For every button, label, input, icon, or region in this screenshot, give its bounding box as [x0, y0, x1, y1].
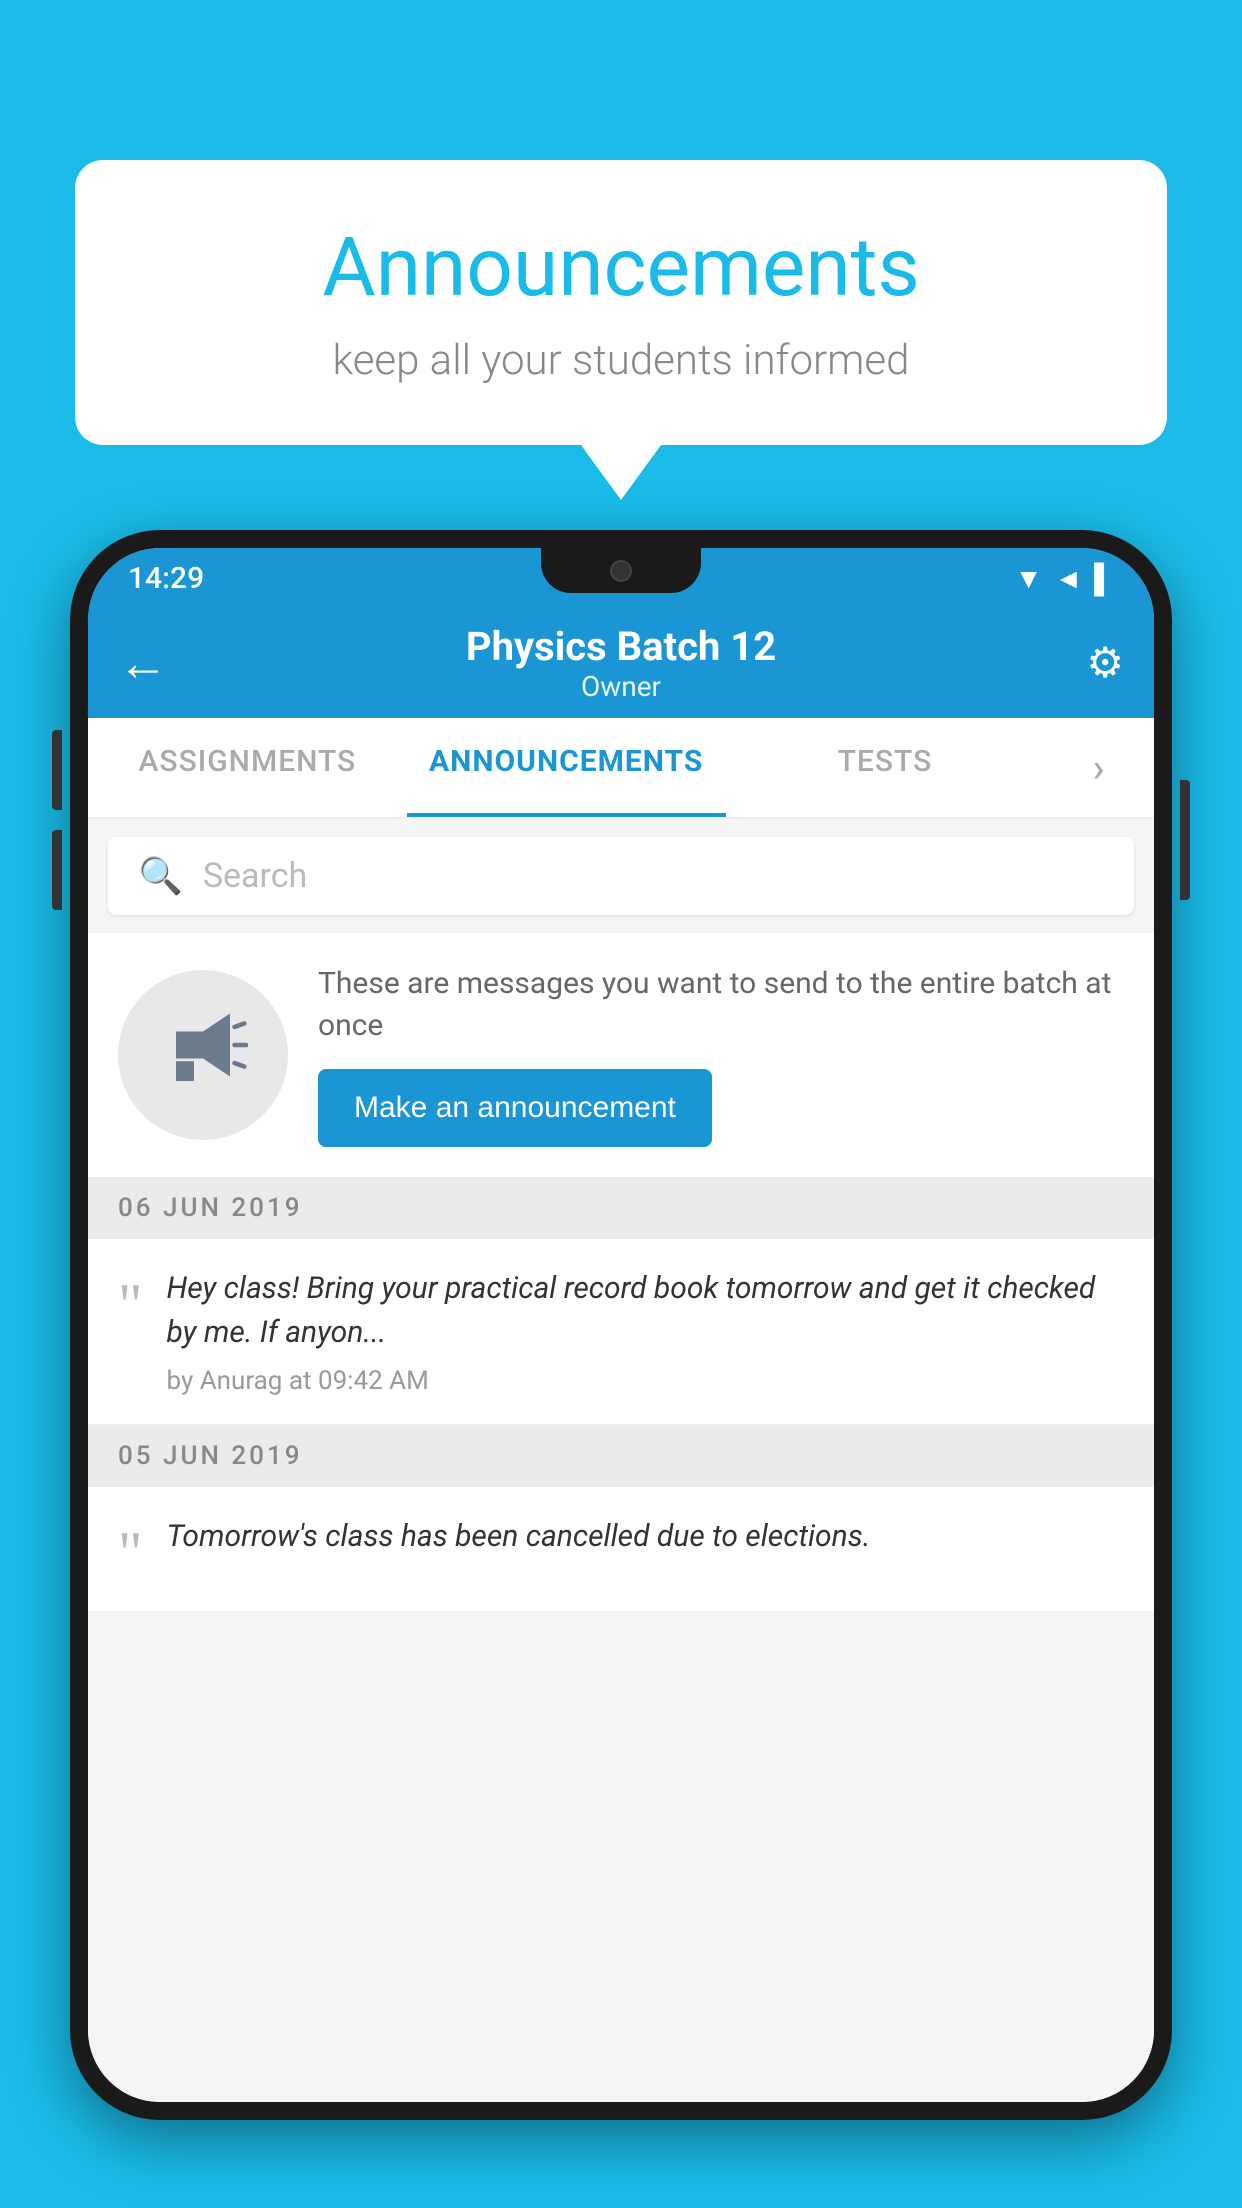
search-icon: 🔍 — [138, 855, 183, 897]
promo-icon-circle — [118, 970, 288, 1140]
speech-bubble-subtitle: keep all your students informed — [155, 336, 1087, 385]
announcement-text-area-1: Hey class! Bring your practical record b… — [167, 1267, 1125, 1396]
speech-bubble-title: Announcements — [155, 220, 1087, 316]
announcement-text-area-2: Tomorrow's class has been cancelled due … — [167, 1515, 1125, 1571]
phone-notch — [541, 548, 701, 593]
signal-icon: ◄ — [1054, 562, 1082, 595]
status-time: 14:29 — [128, 561, 204, 596]
settings-button[interactable]: ⚙ — [1064, 638, 1124, 688]
app-bar: ← Physics Batch 12 Owner ⚙ — [88, 608, 1154, 718]
date-separator-2: 05 JUN 2019 — [88, 1425, 1154, 1487]
speech-bubble: Announcements keep all your students inf… — [75, 160, 1167, 445]
tab-announcements[interactable]: ANNOUNCEMENTS — [407, 718, 726, 817]
announcement-meta-1: by Anurag at 09:42 AM — [167, 1366, 1125, 1396]
app-bar-title-area: Physics Batch 12 Owner — [178, 623, 1064, 703]
power-button — [1180, 780, 1190, 900]
speech-bubble-container: Announcements keep all your students inf… — [75, 160, 1167, 500]
date-separator-1: 06 JUN 2019 — [88, 1177, 1154, 1239]
batch-role: Owner — [178, 670, 1064, 703]
tab-tests[interactable]: TESTS — [726, 718, 1045, 817]
volume-down-button — [52, 830, 62, 910]
tab-more[interactable]: › — [1044, 718, 1154, 817]
tab-assignments[interactable]: ASSIGNMENTS — [88, 718, 407, 817]
announcement-item-2[interactable]: " Tomorrow's class has been cancelled du… — [88, 1487, 1154, 1611]
phone-device: 14:29 ▼ ◄ ▌ ← Physics Batch 12 Owner ⚙ — [70, 530, 1172, 2120]
megaphone-icon — [158, 1000, 248, 1110]
promo-content: These are messages you want to send to t… — [318, 963, 1124, 1147]
search-bar[interactable]: 🔍 Search — [108, 837, 1134, 915]
search-placeholder: Search — [203, 856, 307, 896]
quote-icon-2: " — [118, 1523, 143, 1583]
speech-bubble-arrow — [581, 445, 661, 500]
status-icons: ▼ ◄ ▌ — [1015, 562, 1114, 595]
promo-description: These are messages you want to send to t… — [318, 963, 1124, 1047]
announcement-message-1: Hey class! Bring your practical record b… — [167, 1267, 1125, 1354]
quote-icon-1: " — [118, 1275, 143, 1335]
camera-notch — [610, 560, 632, 582]
tabs-bar: ASSIGNMENTS ANNOUNCEMENTS TESTS › — [88, 718, 1154, 819]
announcement-message-2: Tomorrow's class has been cancelled due … — [167, 1515, 1125, 1559]
announcement-item-1[interactable]: " Hey class! Bring your practical record… — [88, 1239, 1154, 1425]
wifi-icon: ▼ — [1015, 562, 1043, 595]
battery-icon: ▌ — [1094, 562, 1114, 595]
phone-wrapper: 14:29 ▼ ◄ ▌ ← Physics Batch 12 Owner ⚙ — [70, 530, 1172, 2208]
volume-up-button — [52, 730, 62, 810]
back-button[interactable]: ← — [118, 634, 178, 693]
announcement-promo: These are messages you want to send to t… — [88, 933, 1154, 1177]
make-announcement-button[interactable]: Make an announcement — [318, 1069, 712, 1147]
batch-title: Physics Batch 12 — [178, 623, 1064, 670]
phone-screen: 14:29 ▼ ◄ ▌ ← Physics Batch 12 Owner ⚙ — [88, 548, 1154, 2102]
content-area: 🔍 Search — [88, 819, 1154, 2102]
